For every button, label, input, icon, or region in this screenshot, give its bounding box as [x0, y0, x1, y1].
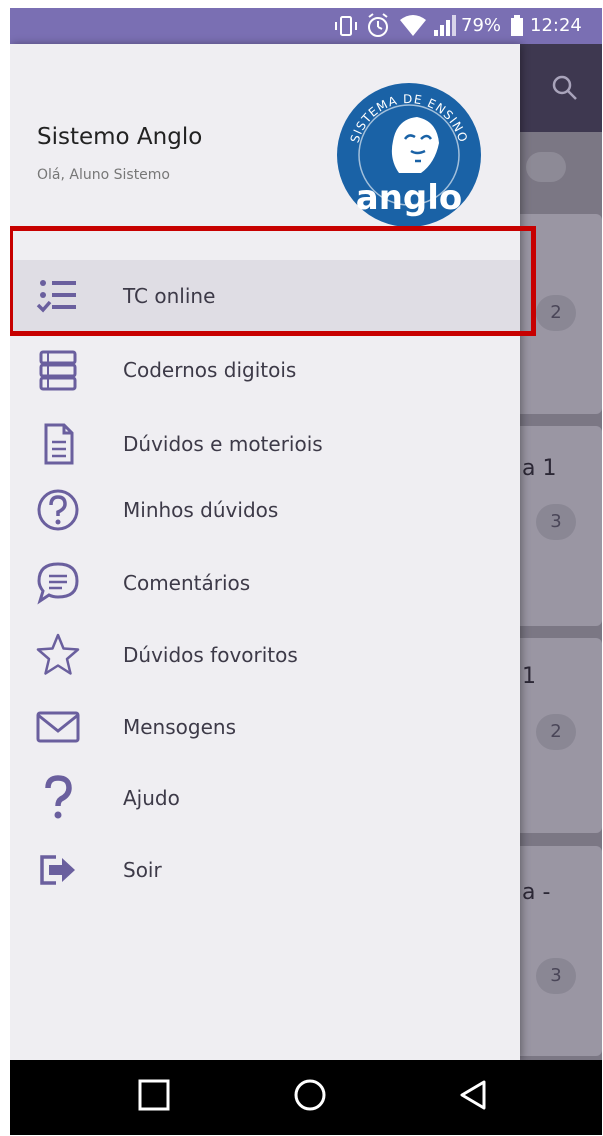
nav-item-cadernos-digitais[interactable]: Codernos digitois: [10, 334, 520, 406]
nav-item-label: Codernos digitois: [123, 358, 297, 382]
phone-screen: 79% 12:24 2 a 1 3 1 2 a - 3 Sistemo Angl…: [10, 8, 602, 1135]
home-button[interactable]: [292, 1078, 328, 1114]
nav-item-label: Comentários: [123, 571, 251, 595]
envelope-icon: [36, 711, 80, 743]
books-icon: [39, 350, 77, 391]
wifi-icon: [398, 8, 428, 44]
background-text: 1: [522, 664, 536, 689]
nav-item-duvidas-favoritas[interactable]: Dúvidos fovoritos: [10, 619, 520, 691]
nav-item-mensagens[interactable]: Mensogens: [10, 691, 520, 763]
background-badge: 2: [536, 714, 576, 750]
battery-icon: [509, 8, 525, 44]
nav-item-label: Dúvidos e moteriois: [123, 432, 323, 456]
nav-item-label: Soir: [123, 858, 162, 882]
background-badge: 3: [536, 504, 576, 540]
alarm-icon: [365, 8, 391, 44]
clock: 12:24: [530, 15, 582, 36]
anglo-logo: SISTEMA DE ENSINO anglo: [335, 81, 483, 229]
svg-text:anglo: anglo: [356, 178, 463, 218]
status-bar: 79% 12:24: [10, 8, 602, 44]
document-icon: [44, 423, 74, 465]
background-badge: 2: [536, 295, 576, 331]
background-text: a 1: [522, 456, 557, 481]
drawer-title: Sistemo Anglo: [37, 124, 203, 150]
highlight-box: [10, 226, 536, 336]
nav-item-comentarios[interactable]: Comentários: [10, 547, 520, 619]
background-badge: 3: [536, 958, 576, 994]
signal-icon: [432, 8, 458, 44]
drawer-subtitle: Olá, Aluno Sistemo: [37, 167, 170, 183]
system-nav-bar: [10, 1060, 602, 1135]
chat-bubble-icon: [37, 562, 79, 605]
nav-item-label: Ajudo: [123, 786, 180, 810]
battery-percent: 79%: [461, 15, 502, 36]
vibrate-icon: [333, 8, 359, 44]
search-icon[interactable]: [551, 74, 579, 106]
nav-item-minhas-duvidas[interactable]: Minhos dúvidos: [10, 474, 520, 546]
question-circle-icon: [37, 489, 79, 531]
star-icon: [36, 633, 80, 675]
help-icon: [45, 775, 72, 819]
nav-item-label: Mensogens: [123, 715, 236, 739]
recent-apps-button[interactable]: [137, 1078, 171, 1112]
background-text: a -: [522, 880, 551, 905]
nav-item-sair[interactable]: Soir: [10, 834, 520, 906]
background-toggle: [526, 152, 566, 182]
nav-item-duvidas-materiais[interactable]: Dúvidos e moteriois: [10, 408, 520, 480]
navigation-drawer: Sistemo Anglo Olá, Aluno Sistemo SISTEMA…: [10, 44, 520, 1060]
nav-item-ajuda[interactable]: Ajudo: [10, 762, 520, 834]
logout-icon: [40, 855, 75, 885]
back-button[interactable]: [456, 1078, 490, 1112]
nav-item-label: Dúvidos fovoritos: [123, 643, 298, 667]
nav-item-label: Minhos dúvidos: [123, 498, 279, 522]
